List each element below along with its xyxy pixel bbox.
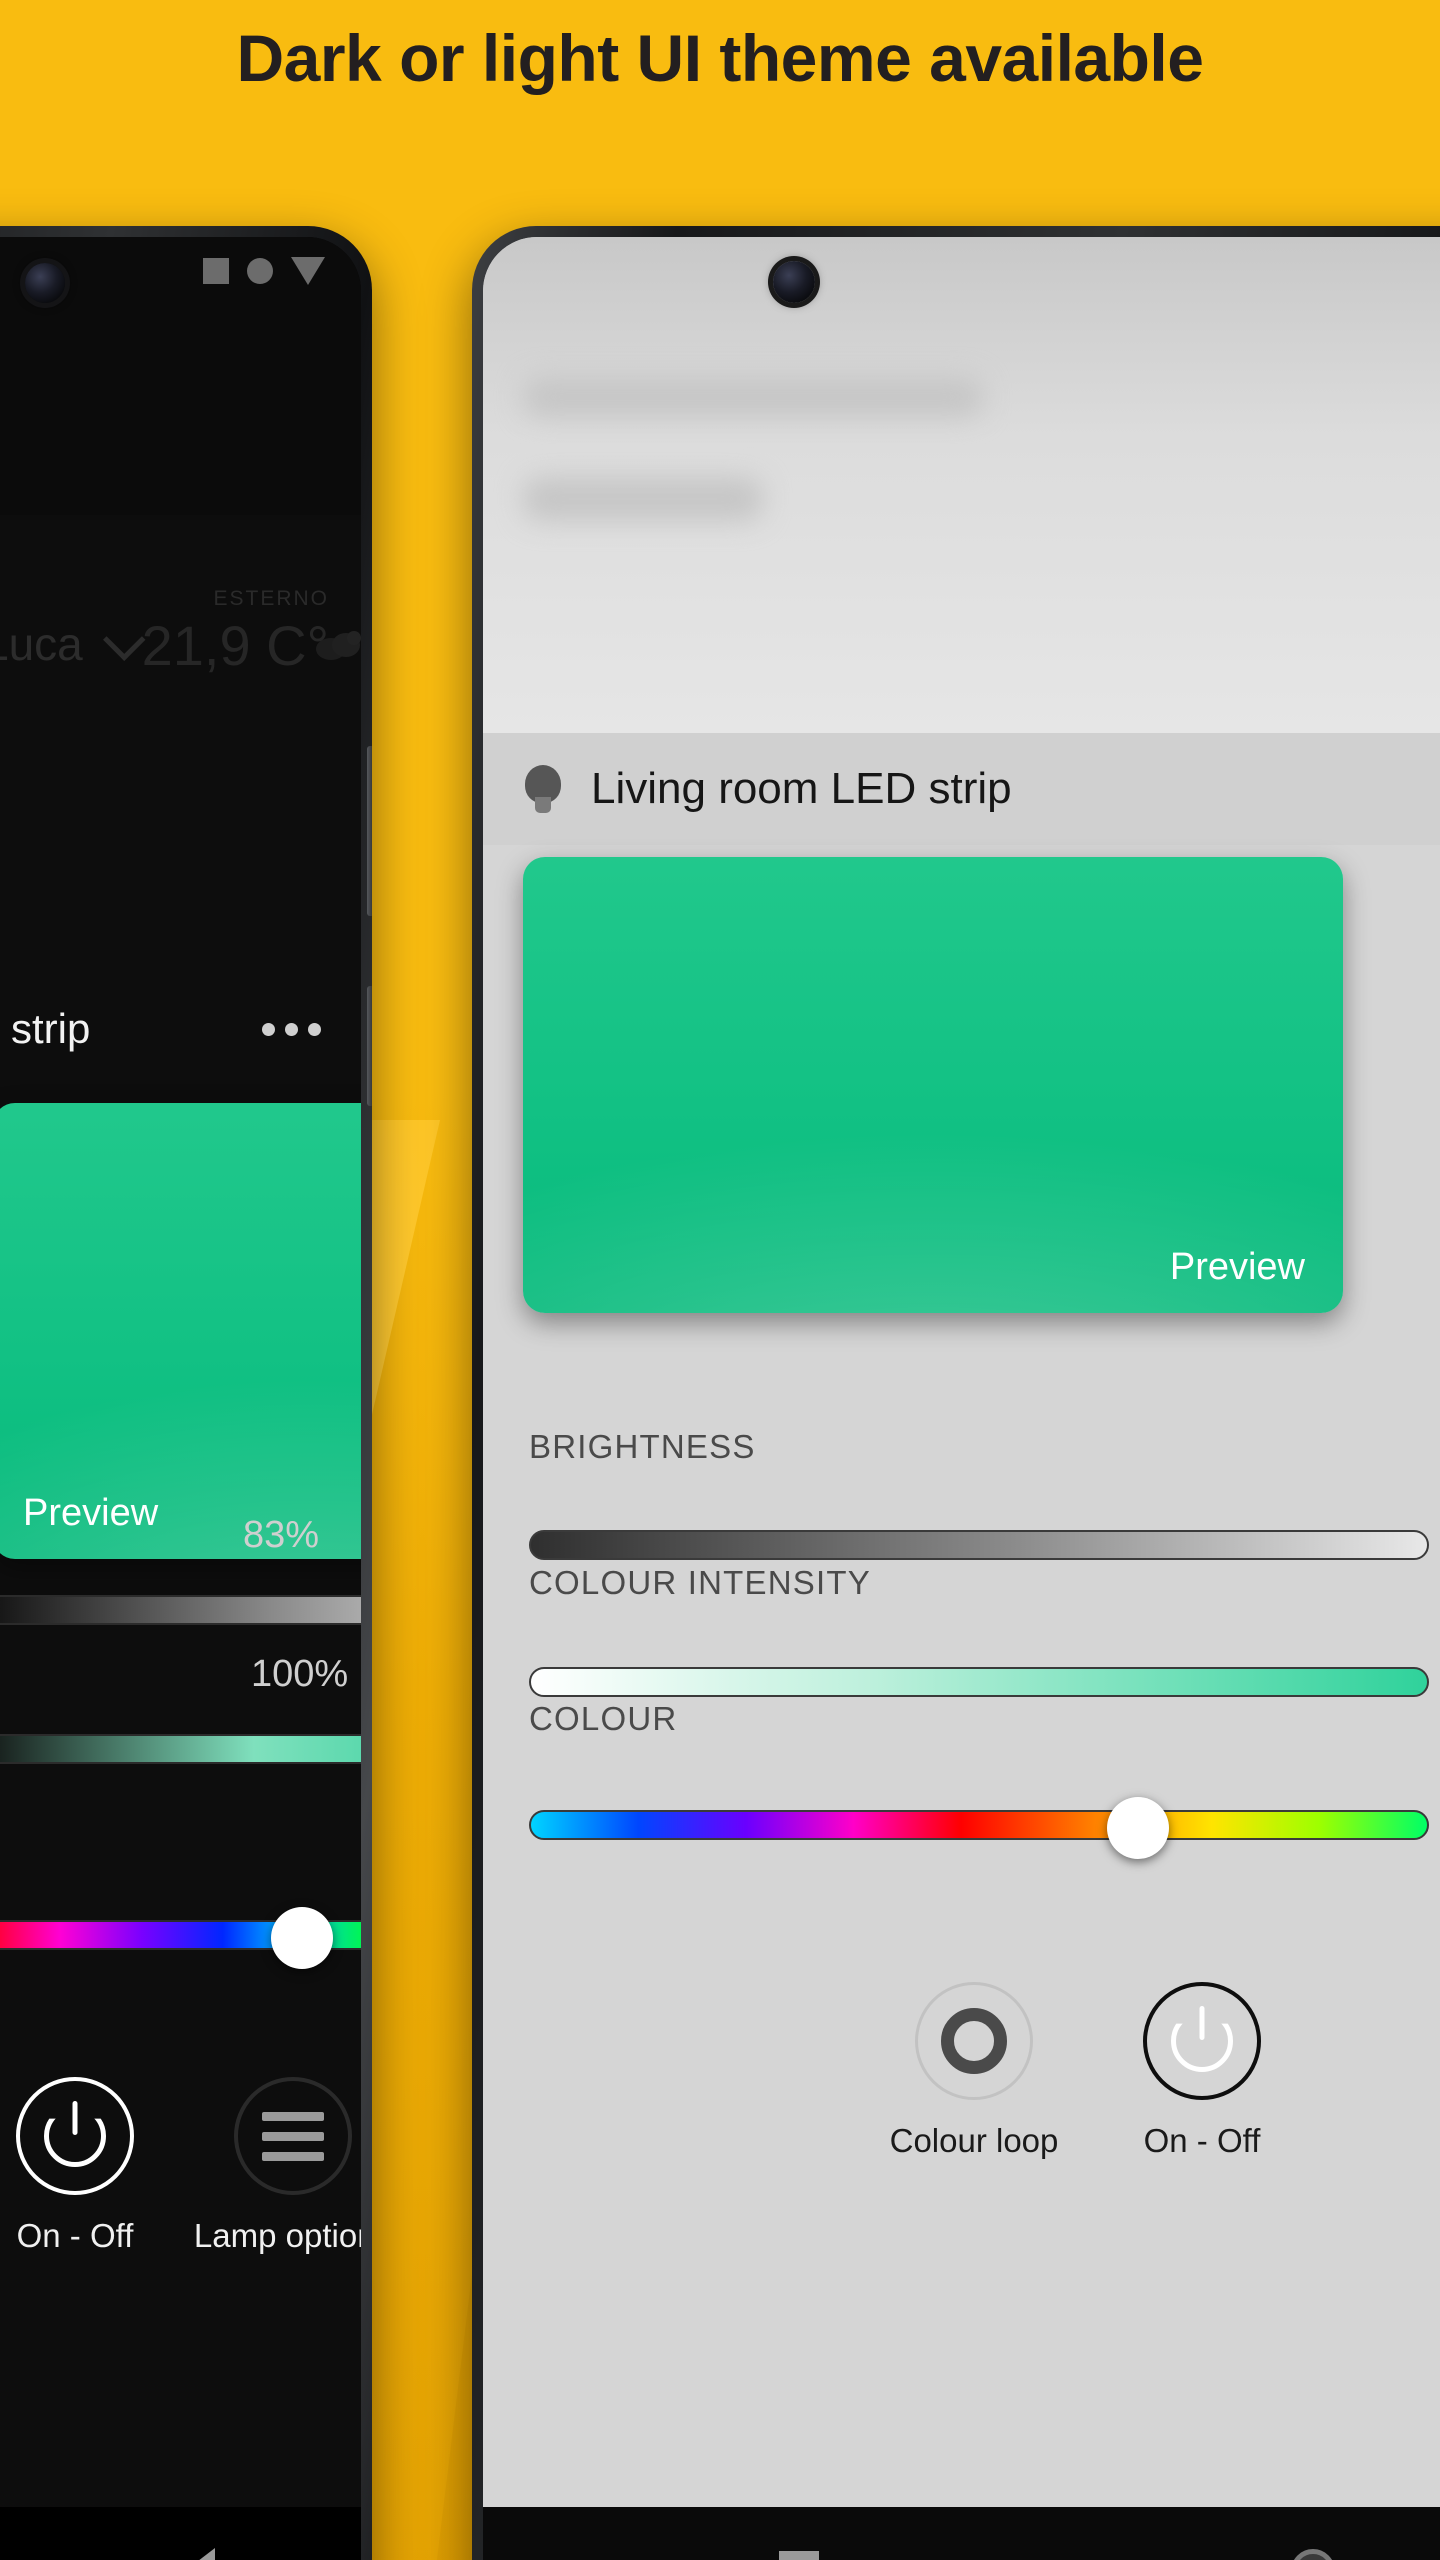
light-phone-screen: Living room LED strip Preview BRIGHTNESS…	[483, 237, 1440, 2560]
circle-icon	[247, 258, 273, 284]
triangle-down-icon	[291, 257, 325, 285]
power-icon	[1171, 2006, 1233, 2072]
front-camera-lens	[25, 263, 65, 303]
light-colour-label: COLOUR	[529, 1700, 678, 1737]
light-brightness-track	[529, 1530, 1429, 1560]
light-theme-phone-mockup: Living room LED strip Preview BRIGHTNESS…	[472, 226, 1440, 2560]
light-colour-track	[529, 1810, 1429, 1840]
home-user-selector[interactable]: Luca	[0, 617, 146, 671]
user-name-label: Luca	[0, 618, 83, 670]
phone-volume-button[interactable]	[367, 746, 372, 916]
power-ring	[16, 2077, 134, 2195]
dark-brightness-value: 83%	[243, 1514, 320, 1556]
light-intensity-slider[interactable]	[529, 1667, 1429, 1701]
blurred-placeholder-line	[523, 477, 763, 521]
more-options-icon[interactable]	[262, 1022, 321, 1036]
dark-brightness-track	[0, 1595, 361, 1625]
light-card-title: Living room LED strip	[591, 764, 1012, 813]
promo-screenshot: Dark or light UI theme available Luca ES…	[0, 0, 1440, 2560]
light-colour-loop-button[interactable]: Colour loop	[859, 1982, 1089, 2160]
light-brightness-slider[interactable]	[529, 1530, 1429, 1564]
light-colour-preview[interactable]: Preview	[523, 857, 1343, 1313]
light-intensity-track	[529, 1667, 1429, 1697]
light-brightness-label: BRIGHTNESS	[529, 1428, 756, 1465]
hamburger-icon	[262, 2111, 324, 2161]
dark-lamp-options-label: Lamp options	[193, 2217, 361, 2254]
dark-colour-slider[interactable]	[0, 1907, 361, 1969]
light-intensity-label: COLOUR INTENSITY	[529, 1564, 871, 1601]
dark-intensity-value: 100%	[251, 1653, 349, 1695]
dark-on-off-button[interactable]: On - Off	[0, 2077, 155, 2255]
dark-brightness-slider[interactable]	[0, 1582, 361, 1638]
lamp-options-ring	[234, 2077, 352, 2195]
dark-colour-preview[interactable]: Preview	[0, 1103, 361, 1559]
page-title: Dark or light UI theme available	[236, 21, 1204, 95]
dark-preview-label: Preview	[23, 1492, 159, 1534]
loop-circle-icon	[941, 2008, 1007, 2074]
bulb-icon	[525, 765, 561, 813]
dark-card-title: strip	[11, 1005, 91, 1052]
blurred-placeholder-line	[523, 377, 983, 417]
dark-lamp-options-button[interactable]: Lamp options	[158, 2077, 361, 2255]
dark-colour-knob[interactable]	[271, 1907, 333, 1969]
outdoor-weather-widget[interactable]: ESTERNO 21,9 C°	[142, 587, 329, 678]
dark-on-off-label: On - Off	[16, 2217, 134, 2254]
dark-intensity-slider[interactable]	[0, 1721, 361, 1777]
dark-status-bar	[203, 257, 325, 285]
light-colour-knob[interactable]	[1107, 1797, 1169, 1859]
back-triangle-icon[interactable]	[185, 2548, 215, 2560]
power-ring	[1143, 1982, 1261, 2100]
light-on-off-button[interactable]: On - Off	[1087, 1982, 1317, 2160]
square-icon[interactable]	[779, 2551, 819, 2560]
light-navigation-bar	[483, 2507, 1440, 2560]
light-device-card-header: Living room LED strip	[483, 733, 1440, 845]
dark-phone-screen: Luca ESTERNO 21,9 C° strip Preview	[0, 237, 361, 2560]
dark-intensity-track	[0, 1734, 361, 1764]
dark-navigation-bar	[0, 2507, 361, 2560]
front-camera-lens	[773, 261, 815, 303]
dark-device-card-header: strip	[0, 977, 361, 1081]
light-colour-loop-label: Colour loop	[889, 2122, 1059, 2159]
power-icon	[44, 2101, 106, 2167]
colour-loop-ring	[915, 1982, 1033, 2100]
weather-label: ESTERNO	[213, 587, 329, 610]
light-on-off-label: On - Off	[1143, 2122, 1261, 2159]
cloud-icon	[316, 631, 361, 660]
light-preview-label: Preview	[1169, 1246, 1305, 1288]
dark-theme-phone-mockup: Luca ESTERNO 21,9 C° strip Preview	[0, 226, 372, 2560]
circle-icon[interactable]	[1291, 2549, 1335, 2560]
weather-temperature: 21,9 C°	[141, 614, 329, 677]
square-icon	[203, 258, 229, 284]
light-colour-slider[interactable]	[529, 1797, 1429, 1859]
phone-power-button[interactable]	[367, 986, 372, 1106]
